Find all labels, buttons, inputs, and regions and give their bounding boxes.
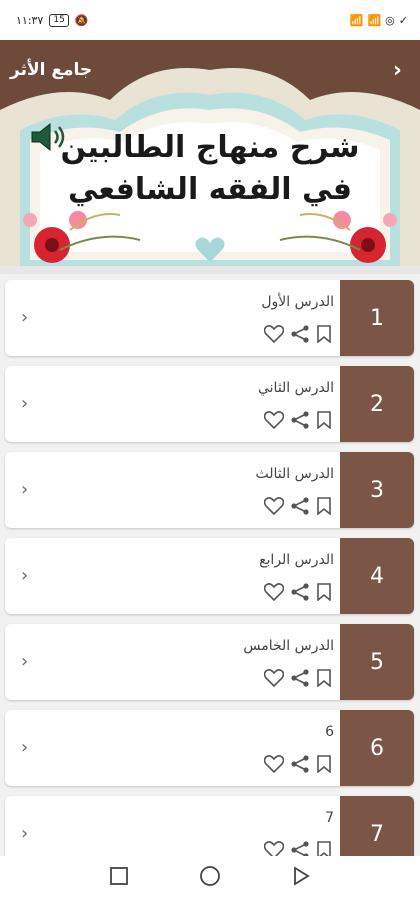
mute-icon: 🔕 [74, 13, 89, 27]
share-icon[interactable] [290, 668, 310, 688]
home-button[interactable] [199, 865, 221, 891]
heart-icon[interactable] [264, 755, 284, 773]
lesson-card[interactable]: 1 الدرس الأول › [5, 280, 414, 356]
lesson-title: الدرس الثاني [257, 380, 334, 396]
lesson-actions [264, 324, 332, 344]
lesson-card[interactable]: 6 6 › [5, 710, 414, 786]
lesson-actions [264, 668, 332, 688]
signal-icon: 📶 [349, 13, 364, 27]
lesson-card[interactable]: 3 الدرس الثالث › [5, 452, 414, 528]
status-time: ١١:٣٧ [16, 13, 44, 27]
lesson-card[interactable]: 4 الدرس الرابع › [5, 538, 414, 614]
share-icon[interactable] [290, 410, 310, 430]
lesson-number: 5 [340, 624, 414, 700]
chevron-right-icon[interactable]: › [21, 737, 28, 758]
lesson-card[interactable]: 2 الدرس الثاني › [5, 366, 414, 442]
lesson-actions [264, 754, 332, 774]
battery-indicator: 15 [49, 13, 69, 27]
lesson-title: الدرس الخامس [243, 638, 334, 654]
status-bar: ١١:٣٧ 15 🔕 📶 📶 ◎ ✓ [0, 0, 420, 40]
bookmark-icon[interactable] [316, 411, 332, 429]
back-button[interactable]: › [393, 58, 402, 83]
lesson-title: الدرس الثالث [255, 466, 334, 482]
share-icon[interactable] [290, 754, 310, 774]
lesson-number: 3 [340, 452, 414, 528]
status-right: 📶 📶 ◎ ✓ [350, 14, 408, 27]
banner-title-line2: في الفقه الشافعي [67, 172, 353, 207]
lesson-number: 1 [340, 280, 414, 356]
chevron-right-icon[interactable]: › [21, 651, 28, 672]
lesson-actions [264, 840, 332, 856]
system-nav-bar [0, 856, 420, 900]
chevron-right-icon[interactable]: › [21, 479, 28, 500]
chevron-right-icon[interactable]: › [21, 307, 28, 328]
lesson-number: 6 [340, 710, 414, 786]
share-icon[interactable] [290, 324, 310, 344]
app-title: جامع الأثر [10, 60, 93, 80]
heart-icon[interactable] [264, 583, 284, 601]
wifi-icon: ◎ [385, 13, 395, 27]
chevron-right-icon[interactable]: › [21, 823, 28, 844]
recents-button[interactable] [109, 866, 129, 890]
bookmark-icon[interactable] [316, 583, 332, 601]
bookmark-icon[interactable] [316, 325, 332, 343]
lesson-actions [264, 410, 332, 430]
bookmark-icon[interactable] [316, 841, 332, 856]
heart-icon[interactable] [264, 497, 284, 515]
back-nav-button[interactable] [291, 866, 311, 890]
lesson-number: 4 [340, 538, 414, 614]
lesson-card[interactable]: 7 7 › [5, 796, 414, 856]
heart-icon[interactable] [264, 325, 284, 343]
signal-icon-2: 📶 [367, 13, 382, 27]
check-icon: ✓ [398, 13, 408, 27]
lesson-title: 6 [325, 724, 334, 740]
lesson-list[interactable]: 1 الدرس الأول › 2 الدرس الثاني › 3 الدرس… [0, 274, 420, 856]
lesson-actions [264, 582, 332, 602]
bookmark-icon[interactable] [316, 497, 332, 515]
heart-icon[interactable] [264, 669, 284, 687]
lesson-card[interactable]: 5 الدرس الخامس › [5, 624, 414, 700]
bookmark-icon[interactable] [316, 669, 332, 687]
share-icon[interactable] [290, 840, 310, 856]
heart-icon[interactable] [264, 841, 284, 856]
lesson-actions [264, 496, 332, 516]
share-icon[interactable] [290, 582, 310, 602]
status-left: ١١:٣٧ 15 🔕 [16, 13, 89, 27]
lesson-title: الدرس الأول [261, 294, 334, 310]
bookmark-icon[interactable] [316, 755, 332, 773]
lesson-title: الدرس الرابع [259, 552, 334, 568]
lesson-title: 7 [325, 810, 334, 826]
chevron-right-icon[interactable]: › [21, 393, 28, 414]
lesson-number: 7 [340, 796, 414, 856]
heart-icon[interactable] [264, 411, 284, 429]
chevron-right-icon[interactable]: › [21, 565, 28, 586]
lesson-number: 2 [340, 366, 414, 442]
share-icon[interactable] [290, 496, 310, 516]
banner-title-line1: شرح منهاج الطالبين [60, 130, 360, 165]
